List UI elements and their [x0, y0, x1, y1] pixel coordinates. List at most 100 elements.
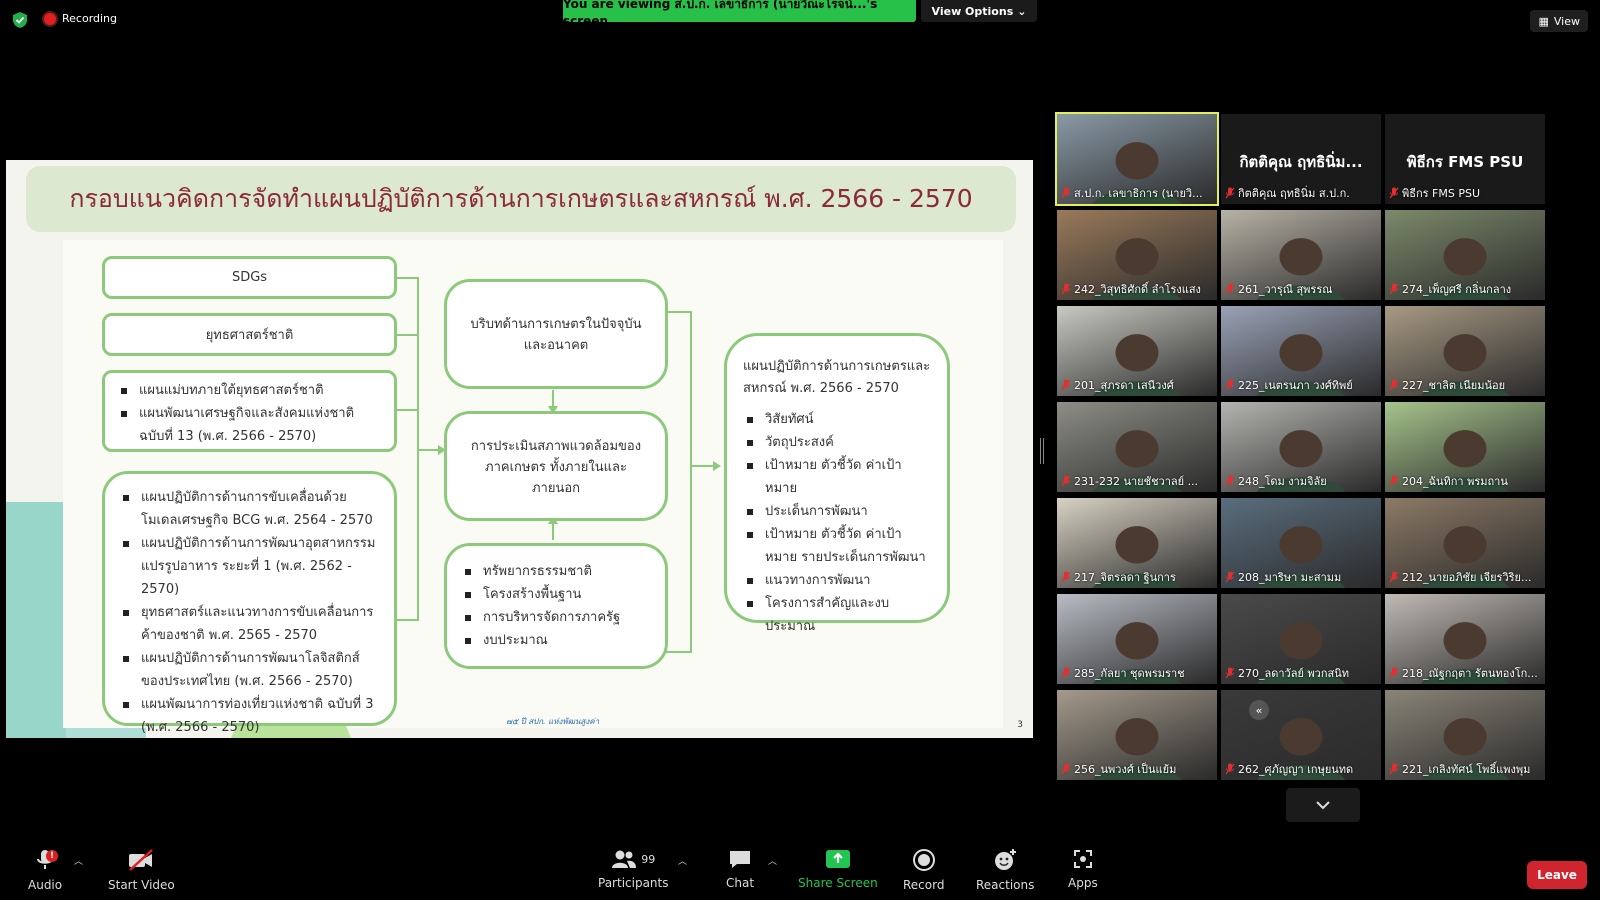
participant-tile[interactable]: 285_กัลยา ชุดพรมราช — [1057, 594, 1217, 684]
participant-display-name: กิตติคุณ ฤทธินิ่ม... — [1239, 153, 1363, 171]
slide-title: กรอบแนวคิดการจัดทำแผนปฏิบัติการด้านการเก… — [26, 166, 1016, 232]
participant-name: 221_เกลิงทัศน์ โพธิ์แพงพุม — [1402, 763, 1531, 776]
view-options-button[interactable]: View Options ⌄ — [921, 0, 1037, 22]
participant-name: 261_วารุณี สุพรรณ — [1238, 283, 1333, 296]
reactions-label: Reactions — [976, 878, 1035, 892]
share-screen-button[interactable]: Share Screen — [798, 848, 878, 890]
chat-button[interactable]: Chat — [726, 848, 754, 890]
participant-tile[interactable]: 204_ฉันทิกา พรมถาน — [1385, 402, 1545, 492]
chat-options-caret-icon[interactable]: ︿ — [768, 854, 777, 867]
muted-mic-icon — [1389, 475, 1399, 487]
muted-mic-icon — [1389, 667, 1399, 679]
participant-name-label: 225_เนตรนภา วงศ์ทิพย์ — [1225, 376, 1379, 394]
gallery-scroll-down-button[interactable] — [1286, 788, 1360, 822]
muted-mic-icon — [1061, 187, 1071, 199]
chat-label: Chat — [726, 876, 755, 890]
list-item: งบประมาณ — [461, 629, 651, 652]
participant-tile[interactable]: 256_นพวงศ์ เป็นแย้ม — [1057, 690, 1217, 780]
muted-mic-icon — [1389, 283, 1399, 295]
muted-mic-icon — [1225, 763, 1235, 775]
video-off-icon — [129, 849, 154, 871]
muted-mic-icon — [1225, 475, 1235, 487]
collapse-gallery-icon[interactable]: « — [1249, 700, 1269, 720]
view-options-label: View Options — [931, 4, 1014, 18]
muted-mic-icon — [1389, 763, 1399, 775]
leave-button[interactable]: Leave — [1527, 861, 1587, 889]
box-sdgs-text: SDGs — [231, 270, 268, 285]
participant-tile[interactable]: พิธีกร FMS PSU พิธีกร FMS PSU — [1385, 114, 1545, 204]
box-plans: แผนปฏิบัติการด้านการขับเคลื่อนด้วยโมเดลเ… — [102, 471, 397, 735]
participant-name: 285_กัลยา ชุดพรมราช — [1074, 667, 1185, 680]
view-button[interactable]: ▦ View — [1530, 10, 1588, 32]
participant-tile[interactable]: 225_เนตรนภา วงศ์ทิพย์ — [1221, 306, 1381, 396]
participant-tile[interactable]: 274_เพ็ญศรี กลิ่นกลาง — [1385, 210, 1545, 300]
participant-name-label: 248_โดม งามจิลัย — [1225, 472, 1379, 490]
participant-name: 270_ลดาวัลย์ พวกสนิท — [1238, 667, 1349, 680]
muted-mic-icon — [1389, 379, 1399, 391]
resize-handle[interactable] — [1040, 438, 1044, 464]
recording-indicator[interactable]: Recording — [44, 12, 117, 25]
participant-tile[interactable]: ส.ป.ก. เลขาธิการ (นายวิ... — [1055, 112, 1219, 206]
apps-icon — [1073, 850, 1092, 868]
participant-tile[interactable]: 270_ลดาวัลย์ พวกสนิท — [1221, 594, 1381, 684]
list-item: วิสัยทัศน์ — [743, 408, 931, 431]
participant-tile[interactable]: 231-232 นายชัชวาลย์ ... — [1057, 402, 1217, 492]
view-label: View — [1553, 14, 1580, 28]
participant-name: 212_นายอภิชัย เจียรวิริย... — [1402, 571, 1532, 584]
audio-options-caret-icon[interactable]: ︿ — [74, 854, 83, 867]
audio-label: Audio — [28, 878, 63, 892]
muted-mic-icon — [1389, 571, 1399, 583]
apps-button[interactable]: Apps — [1068, 848, 1098, 890]
shared-screen-slide: กรอบแนวคิดการจัดทำแผนปฏิบัติการด้านการเก… — [6, 160, 1033, 738]
participant-name-label: 217_จิตรลดา ฐินการ — [1061, 568, 1215, 586]
participant-name-label: 274_เพ็ญศรี กลิ่นกลาง — [1389, 280, 1543, 298]
muted-mic-icon — [1061, 475, 1071, 487]
recording-label: Recording — [62, 12, 118, 25]
list-item: เป้าหมาย ตัวชี้วัด ค่าเป้าหมาย รายประเด็… — [743, 523, 931, 569]
participant-name-label: 261_วารุณี สุพรรณ — [1225, 280, 1379, 298]
participant-tile[interactable]: 208_มาริษา มะสามม — [1221, 498, 1381, 588]
participant-tile[interactable]: 248_โดม งามจิลัย — [1221, 402, 1381, 492]
start-video-button[interactable]: Start Video — [108, 848, 175, 892]
participant-tile[interactable]: 201_สุภรดา เสนีวงศ์ — [1057, 306, 1217, 396]
participant-tile[interactable]: กิตติคุณ ฤทธินิ่ม... กิตติคุณ ฤทธินิ่ม ส.… — [1221, 114, 1381, 204]
muted-mic-icon — [1225, 379, 1235, 391]
record-button[interactable]: Record — [903, 848, 944, 892]
participant-name-label: พิธีกร FMS PSU — [1389, 184, 1543, 202]
participant-name-label: 212_นายอภิชัย เจียรวิริย... — [1389, 568, 1543, 586]
apps-label: Apps — [1068, 876, 1098, 890]
participants-options-caret-icon[interactable]: ︿ — [678, 854, 687, 867]
muted-mic-icon — [1225, 571, 1235, 583]
participants-icon — [612, 850, 637, 868]
participant-name: 256_นพวงศ์ เป็นแย้ม — [1074, 763, 1177, 776]
participant-tile[interactable]: 261_วารุณี สุพรรณ — [1221, 210, 1381, 300]
participant-tile[interactable]: 212_นายอภิชัย เจียรวิริย... — [1385, 498, 1545, 588]
participant-tile[interactable]: 242_วิสุทธิศักดิ์ ลำโรงแสง — [1057, 210, 1217, 300]
muted-mic-icon — [1225, 283, 1235, 295]
list-item: แผนปฏิบัติการด้านการขับเคลื่อนด้วยโมเดลเ… — [119, 486, 380, 532]
box-national-strategy-text: ยุทธศาสตร์ชาติ — [205, 328, 294, 343]
list-item: แผนพัฒนาการท่องเที่ยวแห่งชาติ ฉบับที่ 3 … — [119, 693, 380, 738]
encryption-shield-icon[interactable] — [12, 11, 28, 29]
participant-name-label: 204_ฉันทิกา พรมถาน — [1389, 472, 1543, 490]
participant-tile[interactable]: 221_เกลิงทัศน์ โพธิ์แพงพุม — [1385, 690, 1545, 780]
participant-tile[interactable]: 262_ศุภัญญา เกษุยนทด — [1221, 690, 1381, 780]
participant-tile[interactable]: 227_ชาลิต เนียมน้อย — [1385, 306, 1545, 396]
participant-display-name: พิธีกร FMS PSU — [1406, 153, 1524, 171]
participants-button[interactable]: 99 Participants — [598, 848, 669, 890]
list-item: เป้าหมาย ตัวชี้วัด ค่าเป้าหมาย — [743, 454, 931, 500]
box-sdgs: SDGs — [102, 256, 397, 299]
viewing-banner: You are viewing ส.ป.ก. เลขาธิการ (นายวิณ… — [563, 0, 916, 28]
reactions-button[interactable]: Reactions — [976, 848, 1034, 892]
grid-view-icon: ▦ — [1538, 14, 1549, 28]
list-item: แนวทางการพัฒนา — [743, 569, 931, 592]
box-master-plans: แผนแม่บทภายใต้ยุทธศาสตร์ชาติ แผนพัฒนาเศร… — [102, 370, 397, 452]
participant-name-label: กิตติคุณ ฤทธินิ่ม ส.ป.ก. — [1225, 184, 1379, 202]
participant-name-label: ส.ป.ก. เลขาธิการ (นายวิ... — [1061, 184, 1215, 202]
participant-tile[interactable]: 218_ณัฐกฤตา รัตนทองโก... — [1385, 594, 1545, 684]
list-item: โครงการสำคัญและงบประมาณ — [743, 592, 931, 638]
box-assessment: การประเมินสภาพแวดล้อมของภาคเกษตร ทั้งภาย… — [444, 411, 668, 521]
list-item: ทรัพยากรธรรมชาติ — [461, 560, 651, 583]
list-item: โครงสร้างพื้นฐาน — [461, 583, 651, 606]
participant-tile[interactable]: 217_จิตรลดา ฐินการ — [1057, 498, 1217, 588]
